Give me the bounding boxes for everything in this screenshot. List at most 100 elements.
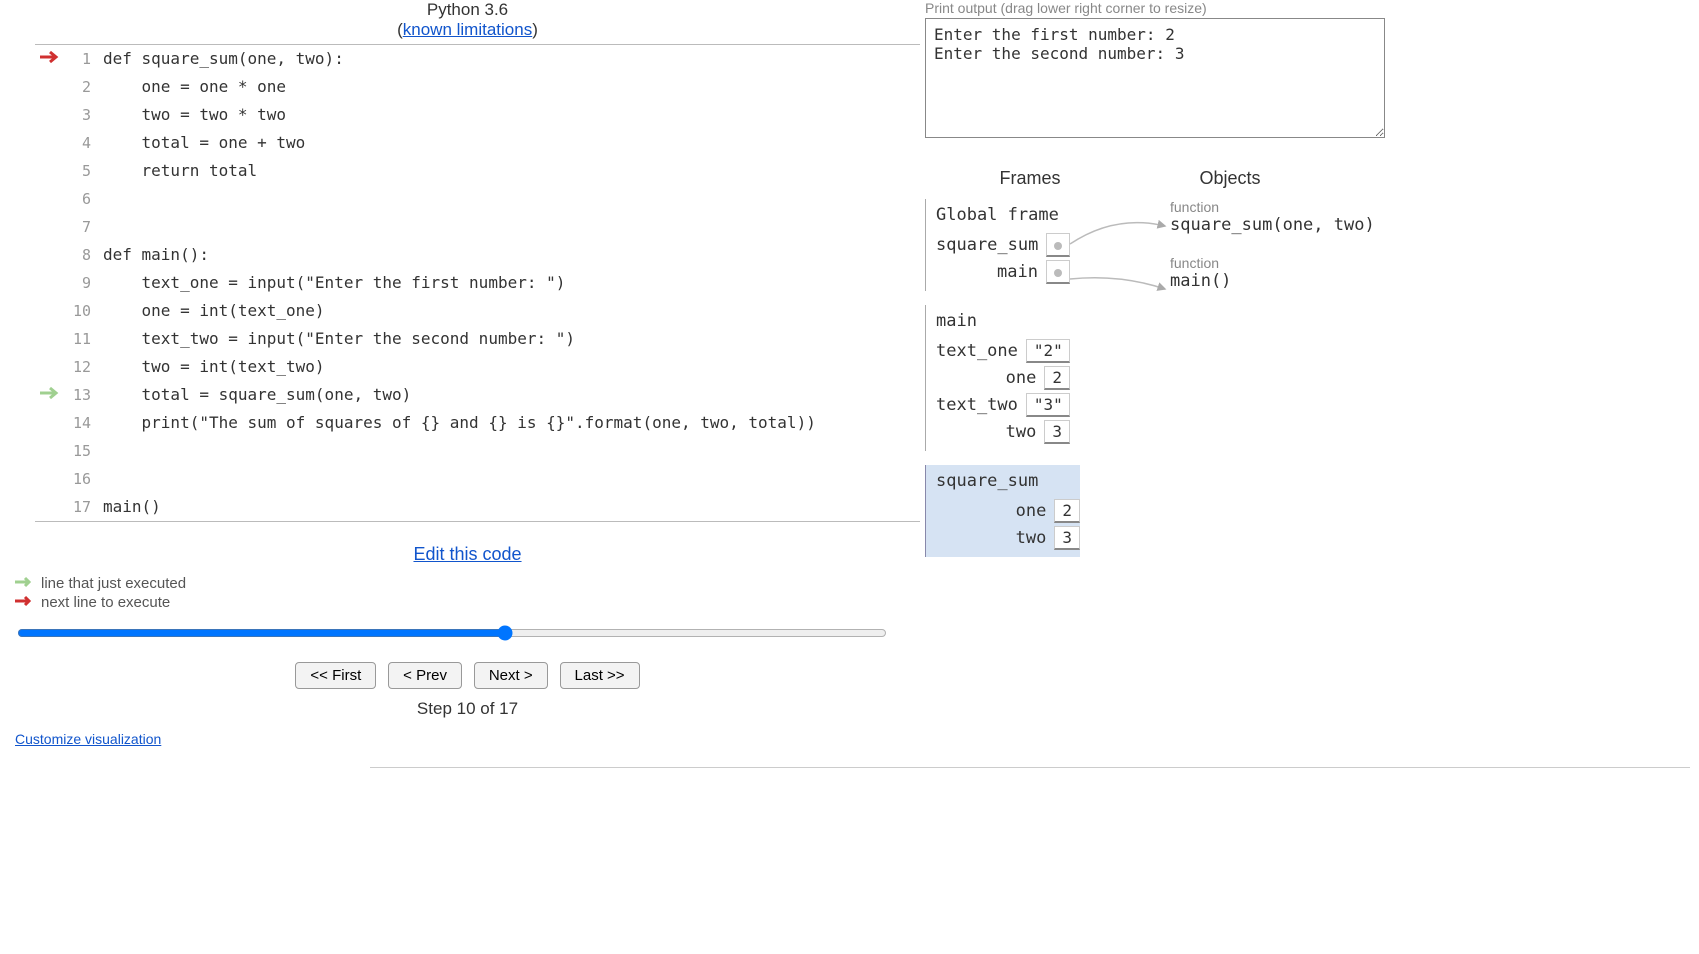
line-number: 16 [65,465,103,493]
line-number: 3 [65,101,103,129]
code-text: one = int(text_one) [103,297,325,325]
code-text: text_two = input("Enter the second numbe… [103,325,575,353]
var-name: one [1006,368,1045,388]
code-text: total = one + two [103,129,305,157]
line-number: 17 [65,493,103,521]
header: Python 3.6 (known limitations) [15,0,920,40]
object-item: function square_sum(one, two) [1170,199,1375,235]
code-text: two = int(text_two) [103,353,325,381]
next-arrow-icon [15,594,35,611]
last-button[interactable]: Last >> [560,662,640,689]
var-row: main [936,260,1070,284]
line-number: 1 [65,45,103,73]
line-number: 9 [65,269,103,297]
code-line: 8def main(): [35,241,920,269]
first-button[interactable]: << First [295,662,376,689]
line-number: 2 [65,73,103,101]
line-number: 7 [65,213,103,241]
next-line-arrow-icon [35,45,65,73]
frame-global: Global frame square_sum main [925,199,1070,291]
line-number: 8 [65,241,103,269]
line-number: 13 [65,381,103,409]
frame-global-title: Global frame [936,205,1070,225]
code-text: def square_sum(one, two): [103,45,344,73]
object-item: function main() [1170,255,1375,291]
line-number: 6 [65,185,103,213]
code-text: two = two * two [103,101,286,129]
var-value: "2" [1026,339,1070,363]
object-type-label: function [1170,199,1375,215]
var-row: two 3 [936,526,1080,550]
line-number: 12 [65,353,103,381]
var-name: square_sum [936,235,1046,255]
code-line: 16 [35,465,920,493]
code-line: 17main() [35,493,920,521]
var-value: 2 [1054,499,1080,523]
prev-line-arrow-icon [35,381,65,409]
code-line: 6 [35,185,920,213]
line-number: 11 [65,325,103,353]
frame-main: main text_one "2" one 2 text_two "3" two… [925,305,1070,451]
code-line: 13 total = square_sum(one, two) [35,381,920,409]
code-line: 9 text_one = input("Enter the first numb… [35,269,920,297]
code-listing: 1def square_sum(one, two):2 one = one * … [35,44,920,522]
var-row: two 3 [936,420,1070,444]
code-text: return total [103,157,257,185]
var-row: one 2 [936,366,1070,390]
code-line: 10 one = int(text_one) [35,297,920,325]
prev-arrow-icon [15,575,35,592]
prev-button[interactable]: < Prev [388,662,462,689]
pointer-arrows [1065,204,1175,314]
var-name: text_one [936,341,1026,361]
known-limitations-link[interactable]: known limitations [403,20,532,39]
frames-header: Frames [925,168,1135,189]
code-line: 3 two = two * two [35,101,920,129]
python-version: Python 3.6 [427,0,508,19]
code-line: 1def square_sum(one, two): [35,45,920,73]
frames-objects-header: Frames Objects [925,168,1325,189]
code-line: 12 two = int(text_two) [35,353,920,381]
code-line: 2 one = one * one [35,73,920,101]
legend-next-text: next line to execute [41,594,170,611]
var-name: main [997,262,1046,282]
print-output-label: Print output (drag lower right corner to… [925,0,1699,16]
var-pointer [1046,260,1070,284]
edit-code-link[interactable]: Edit this code [413,544,521,564]
step-label: Step 10 of 17 [15,699,920,719]
var-name: one [1016,501,1055,521]
code-line: 4 total = one + two [35,129,920,157]
object-value: main() [1170,271,1375,291]
step-slider[interactable] [17,625,887,641]
line-number: 4 [65,129,103,157]
objects-header: Objects [1135,168,1325,189]
next-button[interactable]: Next > [474,662,548,689]
var-value: 2 [1044,366,1070,390]
frame-square-sum: square_sum one 2 two 3 [925,465,1080,557]
object-value: square_sum(one, two) [1170,215,1375,235]
object-type-label: function [1170,255,1375,271]
print-output-box[interactable]: Enter the first number: 2 Enter the seco… [925,18,1385,138]
code-line: 5 return total [35,157,920,185]
code-text: main() [103,493,161,521]
code-text: def main(): [103,241,209,269]
frame-main-title: main [936,311,1070,331]
customize-link[interactable]: Customize visualization [15,731,161,747]
code-line: 7 [35,213,920,241]
line-number: 15 [65,437,103,465]
var-row: square_sum [936,233,1070,257]
var-value: 3 [1054,526,1080,550]
legend-prev-text: line that just executed [41,575,186,592]
var-name: two [1016,528,1055,548]
var-row: text_one "2" [936,339,1070,363]
var-row: text_two "3" [936,393,1070,417]
var-name: two [1006,422,1045,442]
code-text: text_one = input("Enter the first number… [103,269,565,297]
code-text: total = square_sum(one, two) [103,381,411,409]
var-pointer [1046,233,1070,257]
line-number: 10 [65,297,103,325]
code-line: 14 print("The sum of squares of {} and {… [35,409,920,437]
code-line: 11 text_two = input("Enter the second nu… [35,325,920,353]
var-value: 3 [1044,420,1070,444]
line-number: 14 [65,409,103,437]
legend: line that just executed next line to exe… [15,575,920,611]
